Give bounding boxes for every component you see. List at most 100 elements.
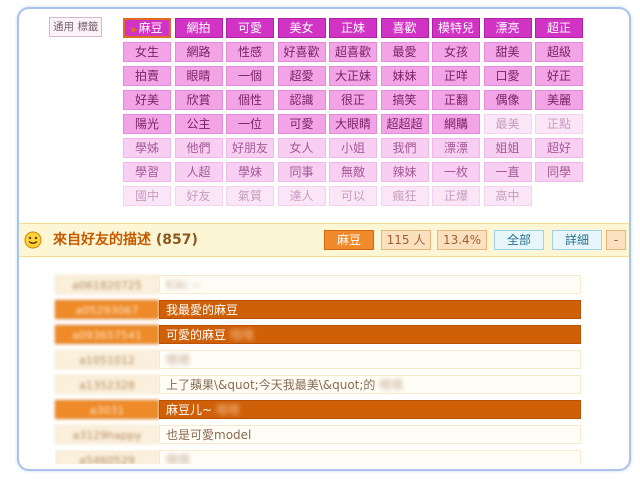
tag-item[interactable]: 正爆 xyxy=(432,186,480,206)
tag-item[interactable]: 同事 xyxy=(277,162,326,182)
tag-label: 好美 xyxy=(134,93,159,107)
friend-username[interactable]: a1352328 xyxy=(55,375,159,394)
friend-username[interactable]: a3031 xyxy=(55,400,159,419)
percentage-button[interactable]: 13.4% xyxy=(437,230,487,250)
tag-item[interactable]: 我們 xyxy=(380,138,429,158)
tag-item[interactable]: 辣妹 xyxy=(380,162,429,182)
tag-item[interactable]: 一直 xyxy=(483,162,532,182)
tag-item[interactable]: 漂漂 xyxy=(432,138,480,158)
tag-item[interactable]: 一枚 xyxy=(432,162,480,182)
tag-item[interactable]: 超喜歡 xyxy=(329,42,377,62)
friend-username[interactable]: a093657541 xyxy=(55,325,159,344)
tag-item[interactable]: 女人 xyxy=(277,138,326,158)
show-all-button[interactable]: 全部 xyxy=(494,230,544,250)
tag-item[interactable]: 網拍 xyxy=(174,18,223,38)
tag-item[interactable]: 好美 xyxy=(123,90,171,110)
tag-item[interactable]: 姐姐 xyxy=(483,138,532,158)
tag-item[interactable]: 女孩 xyxy=(432,42,480,62)
tag-item[interactable]: 甜美 xyxy=(483,42,532,62)
people-count-button[interactable]: 115 人 xyxy=(381,230,431,250)
description-main-text: 也是可愛model xyxy=(166,428,252,442)
tag-item[interactable]: 好正 xyxy=(535,66,583,86)
tag-item[interactable]: 公主 xyxy=(174,114,223,134)
tag-label: 女孩 xyxy=(443,45,468,59)
tag-item[interactable]: 模特兒 xyxy=(432,18,480,38)
tag-item[interactable]: 可以 xyxy=(329,186,377,206)
tag-item[interactable]: 他們 xyxy=(174,138,223,158)
tag-item[interactable]: 大正妹 xyxy=(329,66,377,86)
tag-item[interactable]: 同學 xyxy=(535,162,583,182)
description-row: a1051012 嗯嗯 xyxy=(55,350,581,369)
tag-label: 瘋狂 xyxy=(392,189,417,203)
tag-item[interactable]: 大眼睛 xyxy=(329,114,377,134)
tag-label: 美女 xyxy=(289,21,314,35)
tag-item[interactable]: 美女 xyxy=(277,18,326,38)
tag-item[interactable]: 超級 xyxy=(535,42,583,62)
tag-item[interactable]: 好喜歡 xyxy=(277,42,326,62)
tag-label: 口愛 xyxy=(495,69,520,83)
tag-item[interactable]: 超超超 xyxy=(380,114,429,134)
detail-button[interactable]: 詳細 xyxy=(552,230,602,250)
tag-item[interactable]: 好友 xyxy=(174,186,223,206)
tag-item[interactable]: 搞笑 xyxy=(380,90,429,110)
tag-label: 甜美 xyxy=(495,45,520,59)
tag-item[interactable]: 正點 xyxy=(535,114,583,134)
tag-item[interactable]: 眼睛 xyxy=(174,66,223,86)
tag-item[interactable]: 喜歡 xyxy=(380,18,429,38)
friend-username[interactable]: a3129happy xyxy=(55,425,159,444)
tag-item[interactable]: 正咩 xyxy=(432,66,480,86)
tag-item[interactable]: 好朋友 xyxy=(226,138,274,158)
tag-item[interactable]: 美麗 xyxy=(535,90,583,110)
tag-label: 網拍 xyxy=(186,21,211,35)
tag-item[interactable]: 超愛 xyxy=(277,66,326,86)
collapse-button[interactable]: - xyxy=(606,230,626,250)
friend-username[interactable]: a05293067 xyxy=(55,300,159,319)
tag-item[interactable]: 小姐 xyxy=(329,138,377,158)
tag-label: 眼睛 xyxy=(186,69,211,83)
tag-item[interactable]: 一個 xyxy=(226,66,274,86)
tag-item[interactable]: 很正 xyxy=(329,90,377,110)
friend-username[interactable]: a061820725 xyxy=(55,275,159,294)
tag-label: 同事 xyxy=(289,165,314,179)
tag-item[interactable]: 高中 xyxy=(483,186,532,206)
tag-item[interactable]: 性感 xyxy=(226,42,274,62)
tag-label: 網路 xyxy=(186,45,211,59)
tag-item[interactable]: 國中 xyxy=(123,186,171,206)
tag-item[interactable]: 學姊 xyxy=(123,138,171,158)
friend-username[interactable]: a5460529 xyxy=(55,450,159,464)
tag-item[interactable]: 認識 xyxy=(277,90,326,110)
tag-item[interactable]: 超好 xyxy=(535,138,583,158)
tag-item[interactable]: 學妹 xyxy=(226,162,274,182)
tag-item[interactable]: 一位 xyxy=(226,114,274,134)
tag-item[interactable]: 網購 xyxy=(432,114,480,134)
current-tag-button[interactable]: 麻豆 xyxy=(324,230,374,250)
tag-item[interactable]: 瘋狂 xyxy=(380,186,429,206)
tag-item[interactable]: 個性 xyxy=(226,90,274,110)
tag-item[interactable]: 氣質 xyxy=(226,186,274,206)
tag-item[interactable]: 人超 xyxy=(174,162,223,182)
tag-label: 姐姐 xyxy=(495,141,520,155)
tag-item[interactable]: 陽光 xyxy=(123,114,171,134)
tag-item[interactable]: 無敵 xyxy=(329,162,377,182)
tag-item[interactable]: 欣賞 xyxy=(174,90,223,110)
tag-item[interactable]: 妹妹 xyxy=(380,66,429,86)
tag-item[interactable]: 達人 xyxy=(277,186,326,206)
tag-item[interactable]: 可愛 xyxy=(226,18,274,38)
tag-item[interactable]: 正翻 xyxy=(432,90,480,110)
description-main-text: 麻豆儿~ xyxy=(166,403,213,417)
tag-item[interactable]: 最愛 xyxy=(380,42,429,62)
tag-item[interactable]: 拍賣 xyxy=(123,66,171,86)
tag-item[interactable]: 口愛 xyxy=(483,66,532,86)
tag-item[interactable]: 正妹 xyxy=(329,18,377,38)
friend-username[interactable]: a1051012 xyxy=(55,350,159,369)
tag-item[interactable]: ▶麻豆 xyxy=(123,18,171,38)
tag-item[interactable]: 女生 xyxy=(123,42,171,62)
tag-item[interactable]: 漂亮 xyxy=(483,18,532,38)
tag-item[interactable]: 超正 xyxy=(535,18,583,38)
description-row: a1352328 上了蘋果\&quot;今天我最美\&quot;的 嗯嗯 xyxy=(55,375,581,394)
tag-item[interactable]: 網路 xyxy=(174,42,223,62)
tag-item[interactable]: 學習 xyxy=(123,162,171,182)
tag-item[interactable]: 偶像 xyxy=(483,90,532,110)
tag-item[interactable]: 可愛 xyxy=(277,114,326,134)
tag-item[interactable]: 最美 xyxy=(483,114,532,134)
